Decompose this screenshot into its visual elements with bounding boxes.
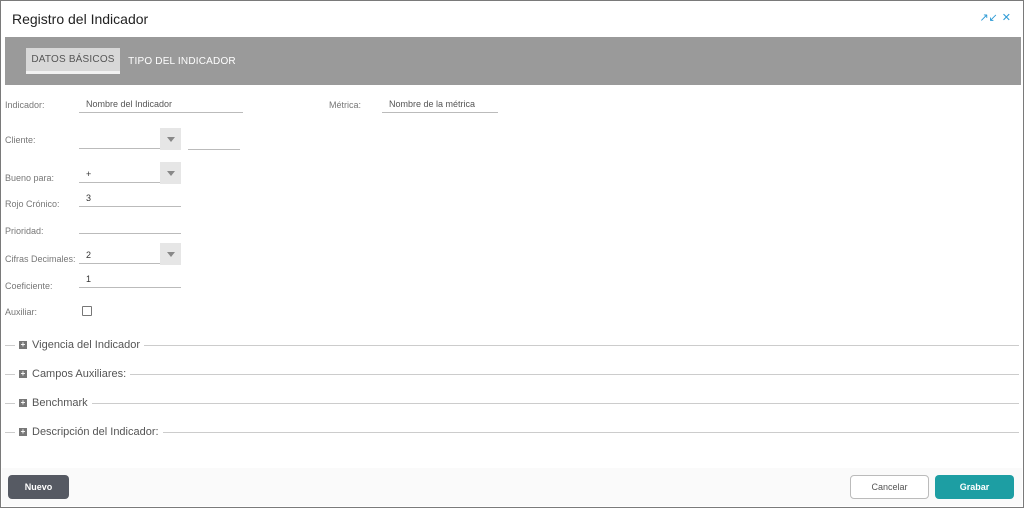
section-descripcion[interactable]: + Descripción del Indicador: xyxy=(5,425,1019,439)
metrica-input[interactable]: Nombre de la métrica xyxy=(382,95,498,113)
section-campos-auxiliares[interactable]: + Campos Auxiliares: xyxy=(5,367,1019,381)
chevron-down-icon xyxy=(166,170,175,176)
tab-datos-basicos[interactable]: DATOS BÁSICOS xyxy=(26,48,120,74)
grabar-button[interactable]: Grabar xyxy=(935,475,1014,499)
collapse-icon[interactable]: ↗↙ xyxy=(979,11,997,25)
tab-tipo-indicador[interactable]: TIPO DEL INDICADOR xyxy=(126,48,238,74)
section-title: Benchmark xyxy=(32,397,88,409)
expand-plus-icon[interactable]: + xyxy=(19,370,27,378)
section-benchmark[interactable]: + Benchmark xyxy=(5,396,1019,410)
prioridad-label: Prioridad: xyxy=(5,226,44,236)
bueno-para-label: Bueno para: xyxy=(5,173,55,183)
window-controls: ↗↙ ✕ xyxy=(979,11,1011,25)
section-vigencia[interactable]: + Vigencia del Indicador xyxy=(5,338,1019,352)
chevron-down-icon xyxy=(166,136,175,142)
section-title: Descripción del Indicador: xyxy=(32,426,159,438)
expand-plus-icon[interactable]: + xyxy=(19,428,27,436)
section-title: Vigencia del Indicador xyxy=(32,339,141,351)
rojo-cronico-input[interactable]: 3 xyxy=(79,189,181,207)
cliente-dropdown-button[interactable] xyxy=(160,128,181,150)
rojo-cronico-label: Rojo Crónico: xyxy=(5,199,60,209)
cifras-decimales-label: Cifras Decimales: xyxy=(5,254,76,264)
metrica-label: Métrica: xyxy=(329,100,362,110)
cliente-code-input[interactable] xyxy=(188,132,240,150)
auxiliar-label: Auxiliar: xyxy=(5,307,38,317)
section-title: Campos Auxiliares: xyxy=(32,368,127,380)
cliente-label: Cliente: xyxy=(5,135,36,145)
cancelar-button[interactable]: Cancelar xyxy=(850,475,929,499)
indicator-dialog: Registro del Indicador ↗↙ ✕ DATOS BÁSICO… xyxy=(0,0,1024,508)
cliente-select[interactable] xyxy=(79,131,160,149)
cifras-decimales-select[interactable]: 2 xyxy=(79,246,160,264)
prioridad-input[interactable] xyxy=(79,216,181,234)
expand-plus-icon[interactable]: + xyxy=(19,341,27,349)
auxiliar-checkbox[interactable] xyxy=(82,306,92,316)
coeficiente-label: Coeficiente: xyxy=(5,281,53,291)
indicador-input[interactable]: Nombre del Indicador xyxy=(79,95,243,113)
tab-bar: DATOS BÁSICOS TIPO DEL INDICADOR xyxy=(5,37,1021,85)
chevron-down-icon xyxy=(166,251,175,257)
expand-plus-icon[interactable]: + xyxy=(19,399,27,407)
bueno-para-dropdown-button[interactable] xyxy=(160,162,181,184)
close-icon[interactable]: ✕ xyxy=(1002,11,1011,25)
nuevo-button[interactable]: Nuevo xyxy=(8,475,69,499)
indicador-label: Indicador: xyxy=(5,100,45,110)
dialog-title: Registro del Indicador xyxy=(12,11,149,27)
bueno-para-select[interactable]: + xyxy=(79,165,160,183)
cifras-decimales-dropdown-button[interactable] xyxy=(160,243,181,265)
coeficiente-input[interactable]: 1 xyxy=(79,270,181,288)
